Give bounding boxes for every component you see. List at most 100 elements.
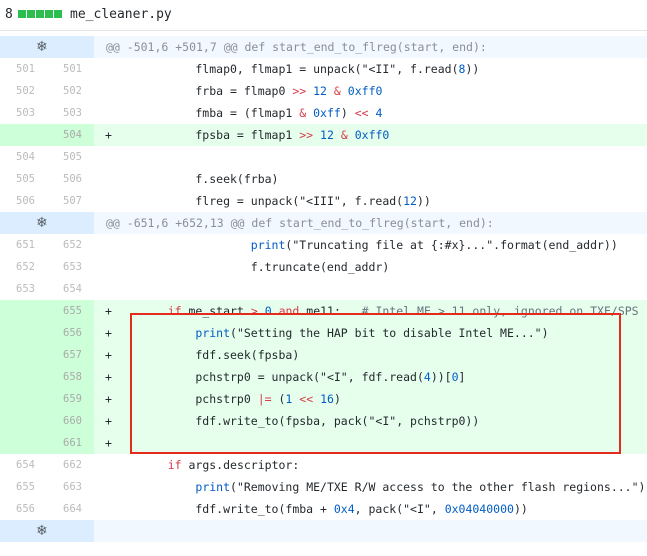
diffstat-block bbox=[18, 10, 26, 18]
code-cell: + bbox=[94, 432, 647, 454]
added-marker: + bbox=[105, 128, 112, 142]
code-cell: flmap0, flmap1 = unpack("<II", f.read(8)… bbox=[94, 58, 647, 80]
expand-gutter[interactable]: ❄ bbox=[0, 520, 48, 542]
new-line-number[interactable]: 664 bbox=[47, 498, 94, 520]
hunk-header-row: ❄ bbox=[0, 520, 647, 542]
old-line-number[interactable]: 506 bbox=[0, 190, 47, 212]
diffstat-block bbox=[27, 10, 35, 18]
code-line: fmba = (flmap1 & 0xff) << 4 bbox=[140, 106, 383, 120]
diffstat-block bbox=[54, 10, 62, 18]
added-line-row: 661 + bbox=[0, 432, 647, 454]
old-line-number[interactable]: 501 bbox=[0, 58, 47, 80]
expand-gutter[interactable]: ❄ bbox=[0, 36, 48, 58]
old-line-number[interactable]: 654 bbox=[0, 454, 47, 476]
new-line-number[interactable]: 663 bbox=[47, 476, 94, 498]
hunk-header-row: ❄ @@ -651,6 +652,13 @@ def start_end_to_f… bbox=[0, 212, 647, 234]
new-line-number[interactable]: 657 bbox=[47, 344, 94, 366]
diffstat-block bbox=[36, 10, 44, 18]
code-cell: + pchstrp0 = unpack("<I", fdf.read(4))[0… bbox=[94, 366, 647, 388]
file-name[interactable]: me_cleaner.py bbox=[70, 7, 172, 22]
old-line-number[interactable]: 505 bbox=[0, 168, 47, 190]
code-line: flmap0, flmap1 = unpack("<II", f.read(8)… bbox=[140, 62, 480, 76]
expand-gutter[interactable] bbox=[47, 520, 94, 542]
new-line-number[interactable]: 661 bbox=[47, 432, 94, 454]
code-line: pchstrp0 |= (1 << 16) bbox=[140, 392, 341, 406]
file-header: 8 me_cleaner.py bbox=[0, 0, 647, 30]
code-cell: f.truncate(end_addr) bbox=[94, 256, 647, 278]
old-line-number[interactable]: 655 bbox=[0, 476, 47, 498]
added-marker: + bbox=[105, 304, 112, 318]
new-line-number[interactable]: 653 bbox=[47, 256, 94, 278]
context-line-row: 506 507 flreg = unpack("<III", f.read(12)… bbox=[0, 190, 647, 212]
code-cell: + if me_start > 0 and me11: # Intel ME >… bbox=[94, 300, 647, 322]
code-line: f.truncate(end_addr) bbox=[140, 260, 390, 274]
new-line-number[interactable]: 654 bbox=[47, 278, 94, 300]
code-cell: + fpsba = flmap1 >> 12 & 0xff0 bbox=[94, 124, 647, 146]
new-line-number[interactable]: 662 bbox=[47, 454, 94, 476]
new-line-number[interactable]: 505 bbox=[47, 146, 94, 168]
code-line: fpsba = flmap1 >> 12 & 0xff0 bbox=[140, 128, 390, 142]
expand-gutter[interactable] bbox=[47, 36, 94, 58]
code-cell: print("Removing ME/TXE R/W access to the… bbox=[94, 476, 647, 498]
code-line: frba = flmap0 >> 12 & 0xff0 bbox=[140, 84, 383, 98]
old-line-number[interactable]: 502 bbox=[0, 80, 47, 102]
hunk-header-row: ❄ @@ -501,6 +501,7 @@ def start_end_to_fl… bbox=[0, 36, 647, 58]
old-line-number[interactable] bbox=[0, 344, 47, 366]
old-line-number[interactable] bbox=[0, 366, 47, 388]
context-line-row: 651 652 print("Truncating file at {:#x}..… bbox=[0, 234, 647, 256]
new-line-number[interactable]: 503 bbox=[47, 102, 94, 124]
added-marker: + bbox=[105, 348, 112, 362]
code-line: if me_start > 0 and me11: # Intel ME > 1… bbox=[167, 304, 639, 318]
added-line-row: 660 + fdf.write_to(fpsba, pack("<I", pchs… bbox=[0, 410, 647, 432]
code-cell: + fdf.write_to(fpsba, pack("<I", pchstrp… bbox=[94, 410, 647, 432]
code-cell: fdf.write_to(fmba + 0x4, pack("<I", 0x04… bbox=[94, 498, 647, 520]
old-line-number[interactable]: 656 bbox=[0, 498, 47, 520]
code-cell: fmba = (flmap1 & 0xff) << 4 bbox=[94, 102, 647, 124]
old-line-number[interactable]: 651 bbox=[0, 234, 47, 256]
code-line: fdf.write_to(fmba + 0x4, pack("<I", 0x04… bbox=[140, 502, 528, 516]
old-line-number[interactable]: 652 bbox=[0, 256, 47, 278]
new-line-number[interactable]: 658 bbox=[47, 366, 94, 388]
new-line-number[interactable]: 502 bbox=[47, 80, 94, 102]
new-line-number[interactable]: 504 bbox=[47, 124, 94, 146]
diffstat-bars bbox=[18, 10, 62, 18]
code-cell: if args.descriptor: bbox=[94, 454, 647, 476]
old-line-number[interactable]: 503 bbox=[0, 102, 47, 124]
old-line-number[interactable] bbox=[0, 322, 47, 344]
old-line-number[interactable] bbox=[0, 410, 47, 432]
unfold-icon[interactable]: ❄ bbox=[36, 520, 48, 542]
code-line: print("Removing ME/TXE R/W access to the… bbox=[195, 480, 646, 494]
expand-gutter[interactable] bbox=[47, 212, 94, 234]
code-line: fdf.seek(fpsba) bbox=[140, 348, 300, 362]
old-line-number[interactable] bbox=[0, 300, 47, 322]
code-cell: flreg = unpack("<III", f.read(12)) bbox=[94, 190, 647, 212]
new-line-number[interactable]: 501 bbox=[47, 58, 94, 80]
old-line-number[interactable] bbox=[0, 124, 47, 146]
new-line-number[interactable]: 656 bbox=[47, 322, 94, 344]
old-line-number[interactable] bbox=[0, 432, 47, 454]
unfold-icon[interactable]: ❄ bbox=[36, 36, 48, 58]
new-line-number[interactable]: 660 bbox=[47, 410, 94, 432]
unfold-icon[interactable]: ❄ bbox=[36, 212, 48, 234]
added-line-row: 504 + fpsba = flmap1 >> 12 & 0xff0 bbox=[0, 124, 647, 146]
new-line-number[interactable]: 659 bbox=[47, 388, 94, 410]
new-line-number[interactable]: 655 bbox=[47, 300, 94, 322]
diffstat-block bbox=[45, 10, 53, 18]
expand-gutter[interactable]: ❄ bbox=[0, 212, 48, 234]
old-line-number[interactable]: 653 bbox=[0, 278, 47, 300]
new-line-number[interactable]: 652 bbox=[47, 234, 94, 256]
new-line-number[interactable]: 506 bbox=[47, 168, 94, 190]
code-cell bbox=[94, 278, 647, 300]
context-line-row: 655 663 print("Removing ME/TXE R/W access… bbox=[0, 476, 647, 498]
hunk-header-text: @@ -501,6 +501,7 @@ def start_end_to_flr… bbox=[106, 40, 487, 54]
old-line-number[interactable]: 504 bbox=[0, 146, 47, 168]
code-line: print("Setting the HAP bit to disable In… bbox=[195, 326, 549, 340]
context-line-row: 504 505 bbox=[0, 146, 647, 168]
added-marker: + bbox=[105, 436, 112, 450]
code-line: print("Truncating file at {:#x}...".form… bbox=[250, 238, 618, 252]
old-line-number[interactable] bbox=[0, 388, 47, 410]
code-line: f.seek(frba) bbox=[140, 172, 279, 186]
new-line-number[interactable]: 507 bbox=[47, 190, 94, 212]
code-line: fdf.write_to(fpsba, pack("<I", pchstrp0)… bbox=[140, 414, 480, 428]
added-line-row: 657 + fdf.seek(fpsba) bbox=[0, 344, 647, 366]
